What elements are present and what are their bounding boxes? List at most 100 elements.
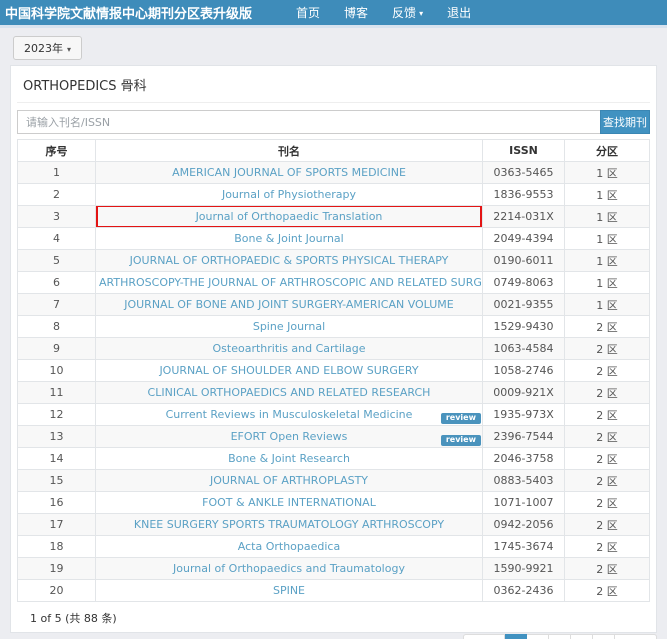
journal-index: 7 [18,294,96,316]
journal-zone: 2 区 [565,514,650,536]
journal-zone: 2 区 [565,558,650,580]
table-row: 6ARTHROSCOPY-THE JOURNAL OF ARTHROSCOPIC… [18,272,650,294]
journal-name-link[interactable]: JOURNAL OF BONE AND JOINT SURGERY-AMERIC… [124,298,454,311]
journal-name-link[interactable]: JOURNAL OF ARTHROPLASTY [210,474,368,487]
year-dropdown-button[interactable]: 2023年▾ [13,36,82,60]
journal-name-link[interactable]: Current Reviews in Musculoskeletal Medic… [166,408,413,421]
table-row: 13EFORT Open Reviewsreview2396-75442 区 [18,426,650,448]
journal-index: 9 [18,338,96,360]
journal-name-cell: JOURNAL OF ARTHROPLASTY [96,470,483,492]
journal-issn: 0883-5403 [483,470,565,492]
journal-name-cell: SPINE [96,580,483,602]
pagination-button-4[interactable]: 4 [571,634,593,639]
journal-name-cell: Bone & Joint Research [96,448,483,470]
journal-name-link[interactable]: AMERICAN JOURNAL OF SPORTS MEDICINE [172,166,406,179]
table-row: 19 Journal of Orthopaedics and Traumatolo… [18,558,650,580]
journal-name-link[interactable]: FOOT & ANKLE INTERNATIONAL [202,496,376,509]
pagination-button-1[interactable]: 1 [505,634,527,639]
journal-issn: 1529-9430 [483,316,565,338]
journal-name-cell: JOURNAL OF BONE AND JOINT SURGERY-AMERIC… [96,294,483,316]
journal-zone: 2 区 [565,404,650,426]
journal-index: 3 [18,206,96,228]
journal-index: 19 [18,558,96,580]
table-row: 4Bone & Joint Journal2049-43941 区 [18,228,650,250]
nav-item-blog[interactable]: 博客 [344,4,368,21]
table-row: 8Spine Journal1529-94302 区 [18,316,650,338]
journal-zone: 2 区 [565,360,650,382]
journal-index: 10 [18,360,96,382]
journal-name-cell: Journal of Orthopaedics and Traumatology [96,558,483,580]
journal-zone: 2 区 [565,316,650,338]
site-brand: 中国科学院文献情报中心期刊分区表升级版 [5,3,252,22]
nav-item-logout[interactable]: 退出 [447,4,471,21]
journal-index: 13 [18,426,96,448]
journal-zone: 1 区 [565,162,650,184]
journal-name-cell: Current Reviews in Musculoskeletal Medic… [96,404,483,426]
journal-name-link[interactable]: ARTHROSCOPY-THE JOURNAL OF ARTHROSCOPIC … [99,276,483,289]
journal-zone: 1 区 [565,250,650,272]
journal-name-link[interactable]: KNEE SURGERY SPORTS TRAUMATOLOGY ARTHROS… [134,518,444,531]
journal-zone: 2 区 [565,470,650,492]
pagination-button-3[interactable]: 3 [549,634,571,639]
journal-zone: 1 区 [565,272,650,294]
table-row: 16FOOT & ANKLE INTERNATIONAL1071-10072 区 [18,492,650,514]
table-row: 10JOURNAL OF SHOULDER AND ELBOW SURGERY1… [18,360,650,382]
journal-name-link[interactable]: Osteoarthritis and Cartilage [213,342,366,355]
table-row: 14Bone & Joint Research2046-37582 区 [18,448,650,470]
journal-name-link[interactable]: CLINICAL ORTHOPAEDICS AND RELATED RESEAR… [148,386,431,399]
journal-index: 15 [18,470,96,492]
year-dropdown-label: 2023年 [24,42,63,55]
table-row: 7 JOURNAL OF BONE AND JOINT SURGERY-AMERI… [18,294,650,316]
journal-index: 2 [18,184,96,206]
journal-name-link[interactable]: Acta Orthopaedica [238,540,340,553]
table-row: 18Acta Orthopaedica1745-36742 区 [18,536,650,558]
journal-name-cell: FOOT & ANKLE INTERNATIONAL [96,492,483,514]
journal-issn: 1836-9553 [483,184,565,206]
journal-zone: 1 区 [565,228,650,250]
journal-name-cell: Journal of Orthopaedic Translation [96,206,483,228]
journal-name-cell: Spine Journal [96,316,483,338]
pagination-button-»[interactable]: » [615,634,657,639]
journal-name-link[interactable]: Bone & Joint Research [228,452,350,465]
toolbar: 2023年▾ [0,28,667,60]
nav-item-feedback-label: 反馈 [392,6,416,20]
top-navbar: 中国科学院文献情报中心期刊分区表升级版 首页 博客 反馈▾ 退出 [0,0,667,28]
pagination-button-«[interactable]: « [463,634,506,639]
journal-index: 12 [18,404,96,426]
nav-item-feedback[interactable]: 反馈▾ [392,4,423,21]
pagination-button-5[interactable]: 5 [593,634,615,639]
journal-name-cell: JOURNAL OF ORTHOPAEDIC & SPORTS PHYSICAL… [96,250,483,272]
pagination-button-2[interactable]: 2 [527,634,549,639]
journal-name-cell: AMERICAN JOURNAL OF SPORTS MEDICINE [96,162,483,184]
header-zone: 分区 [565,140,650,162]
journal-name-link[interactable]: EFORT Open Reviews [231,430,348,443]
journal-index: 6 [18,272,96,294]
search-journal-button[interactable]: 查找期刊 [600,110,650,134]
table-row: 2Journal of Physiotherapy1836-95531 区 [18,184,650,206]
search-input[interactable] [17,110,600,134]
journal-index: 5 [18,250,96,272]
journal-name-link[interactable]: Bone & Joint Journal [234,232,343,245]
table-row: 5 JOURNAL OF ORTHOPAEDIC & SPORTS PHYSICA… [18,250,650,272]
nav-item-home[interactable]: 首页 [296,4,320,21]
journal-name-cell: CLINICAL ORTHOPAEDICS AND RELATED RESEAR… [96,382,483,404]
journal-name-link[interactable]: Spine Journal [253,320,325,333]
journal-name-cell: JOURNAL OF SHOULDER AND ELBOW SURGERY [96,360,483,382]
journal-zone: 2 区 [565,536,650,558]
journal-index: 4 [18,228,96,250]
journal-issn: 0021-9355 [483,294,565,316]
journal-issn: 0363-5465 [483,162,565,184]
journal-zone: 1 区 [565,294,650,316]
journal-name-cell: Journal of Physiotherapy [96,184,483,206]
journal-name-link[interactable]: Journal of Orthopaedic Translation [196,210,383,223]
journal-name-link[interactable]: Journal of Physiotherapy [222,188,356,201]
journal-name-link[interactable]: JOURNAL OF SHOULDER AND ELBOW SURGERY [159,364,418,377]
journal-index: 14 [18,448,96,470]
journal-name-link[interactable]: SPINE [273,584,305,597]
journal-zone: 2 区 [565,448,650,470]
journal-index: 18 [18,536,96,558]
journal-name-link[interactable]: JOURNAL OF ORTHOPAEDIC & SPORTS PHYSICAL… [130,254,449,267]
journal-name-link[interactable]: Journal of Orthopaedics and Traumatology [173,562,405,575]
journal-issn: 1071-1007 [483,492,565,514]
header-issn: ISSN [483,140,565,162]
